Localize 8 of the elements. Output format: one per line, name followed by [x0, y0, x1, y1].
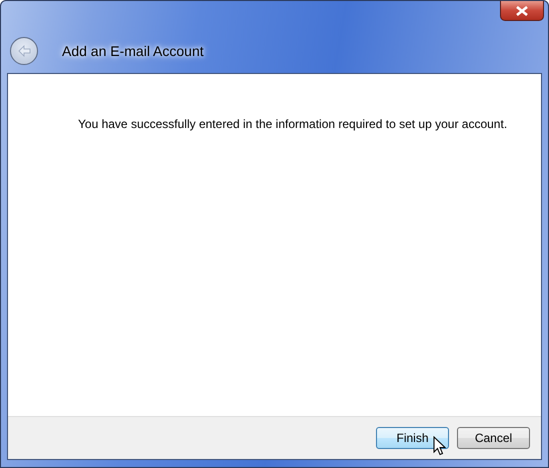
- close-icon: [516, 6, 528, 16]
- back-arrow-icon: [17, 45, 31, 57]
- mouse-pointer-icon: [433, 436, 446, 456]
- message-text: You have successfully entered in the information required to set up your account.: [78, 117, 508, 131]
- dialog-button[interactable]: Cancel: [457, 427, 530, 449]
- back-button[interactable]: [10, 37, 38, 65]
- window-title: Add an E-mail Account: [62, 43, 204, 59]
- close-button[interactable]: [500, 1, 544, 21]
